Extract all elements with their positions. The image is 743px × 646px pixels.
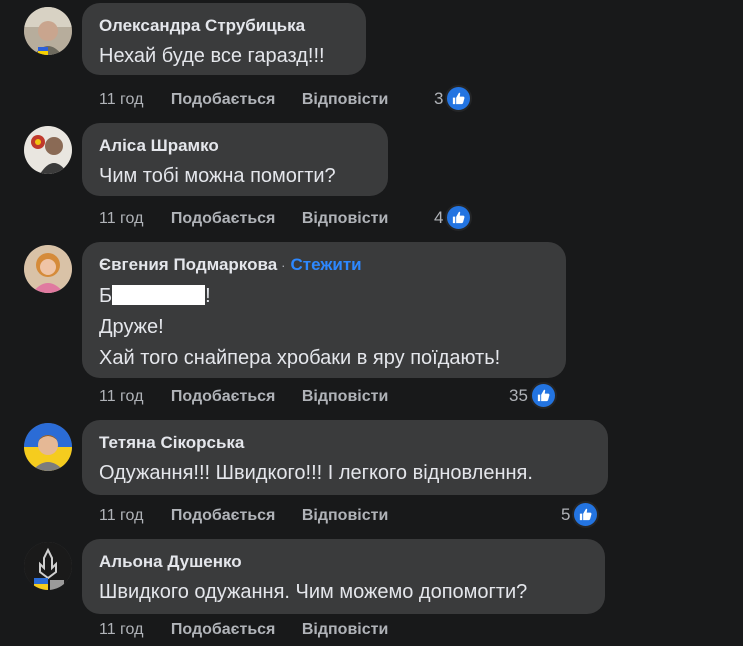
timestamp[interactable]: 11 год [99, 210, 143, 227]
comment-bubble: Євгения Подмаркова · Стежити Б! Друже! Хай… [82, 242, 566, 378]
like-button[interactable]: Подобається [171, 507, 276, 524]
comment-bubble: Тетяна Сікорська Одужання!!! Швидкого!!!… [82, 420, 608, 495]
separator-dot: · [281, 258, 286, 273]
thumbs-up-icon [529, 382, 557, 409]
comment-text: Чим тобі можна помогти? [99, 165, 336, 187]
comment-text: Швидкого одужання. Чим можемо допомогти? [99, 581, 528, 603]
comment-text: Одужання!!! Швидкого!!! І легкого віднов… [99, 462, 533, 484]
reply-button[interactable]: Відповісти [302, 388, 388, 405]
reply-button[interactable]: Відповісти [302, 210, 388, 227]
author-name[interactable]: Альона Душенко [99, 552, 242, 571]
thumbs-up-icon [445, 204, 473, 231]
reaction-count[interactable]: 35 [509, 382, 557, 409]
avatar[interactable] [24, 542, 72, 590]
text-suffix: ! [205, 285, 211, 307]
author-name[interactable]: Олександра Струбицька [99, 16, 305, 35]
comment-bubble: Аліса Шрамко Чим тобі можна помогти? [82, 123, 388, 196]
reply-button[interactable]: Відповісти [302, 621, 388, 638]
like-button[interactable]: Подобається [171, 621, 276, 638]
thumbs-up-icon [445, 85, 473, 112]
author-name[interactable]: Євгения Подмаркова [99, 255, 277, 274]
avatar[interactable] [24, 245, 72, 293]
avatar[interactable] [24, 423, 72, 471]
comment-actions: 11 год Подобається Відповісти [99, 620, 410, 640]
reaction-number: 3 [434, 88, 444, 108]
reaction-count[interactable]: 3 [434, 85, 473, 112]
comment-text: Хай того снайпера хробаки в яру поїдають… [99, 347, 501, 369]
comment-actions: 11 год Подобається Відповісти [99, 209, 410, 229]
reaction-number: 5 [561, 504, 571, 524]
follow-button[interactable]: Стежити [291, 255, 362, 274]
like-button[interactable]: Подобається [171, 210, 276, 227]
author-name[interactable]: Аліса Шрамко [99, 136, 219, 155]
comment-bubble: Олександра Струбицька Нехай буде все гар… [82, 3, 366, 75]
comment-actions: 11 год Подобається Відповісти [99, 506, 410, 526]
text-prefix: Б [99, 285, 113, 307]
author-name[interactable]: Тетяна Сікорська [99, 433, 244, 452]
timestamp[interactable]: 11 год [99, 507, 143, 524]
timestamp[interactable]: 11 год [99, 388, 143, 405]
comment-text: Нехай буде все гаразд!!! [99, 45, 325, 67]
avatar[interactable] [24, 126, 72, 174]
like-button[interactable]: Подобається [171, 388, 276, 405]
avatar[interactable] [24, 7, 72, 55]
reaction-count[interactable]: 5 [561, 501, 600, 528]
timestamp[interactable]: 11 год [99, 91, 143, 108]
comment-bubble: Альона Душенко Швидкого одужання. Чим мо… [82, 539, 605, 614]
reaction-number: 35 [509, 385, 528, 405]
comments-feed: Олександра Струбицька Нехай буде все гар… [0, 0, 743, 646]
comment-actions: 11 год Подобається Відповісти [99, 90, 410, 110]
reply-button[interactable]: Відповісти [302, 507, 388, 524]
comment-actions: 11 год Подобається Відповісти [99, 387, 410, 407]
reply-button[interactable]: Відповісти [302, 91, 388, 108]
comment-text: Друже! [99, 316, 164, 338]
comment-text-redacted: Б! [99, 281, 549, 312]
reaction-number: 4 [434, 207, 444, 227]
thumbs-up-icon [572, 501, 600, 528]
reaction-count[interactable]: 4 [434, 204, 473, 231]
redaction-block [112, 285, 206, 305]
timestamp[interactable]: 11 год [99, 621, 143, 638]
like-button[interactable]: Подобається [171, 91, 276, 108]
